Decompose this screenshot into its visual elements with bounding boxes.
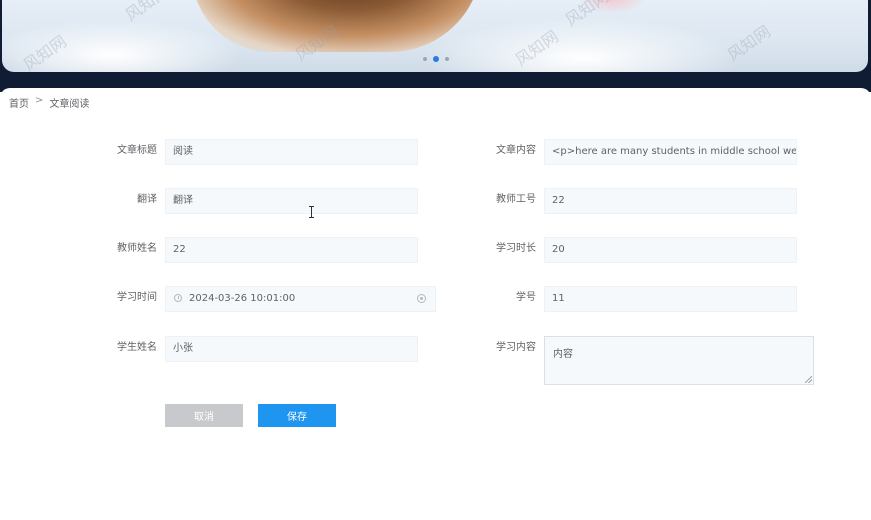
breadcrumb-home[interactable]: 首页 [9,95,29,110]
student-name-label: 学生姓名 [117,342,157,353]
title-input[interactable]: 阅读 [165,139,418,165]
study-time-label: 学习时间 [117,292,157,303]
study-time-value: 2024-03-26 10:01:00 [189,293,296,304]
translation-label: 翻译 [137,194,157,205]
breadcrumb: 首页 > 文章阅读 [9,95,89,110]
carousel-dot[interactable] [445,57,449,61]
text-cursor-icon [309,206,315,218]
carousel-indicators [423,55,449,63]
banner-watermark: 风知网 [723,21,774,65]
translation-input[interactable]: 翻译 [165,188,418,214]
banner-cloud [422,18,742,72]
carousel-dot-active[interactable] [433,56,439,62]
student-id-input[interactable]: 11 [544,286,797,312]
breadcrumb-current: 文章阅读 [49,99,90,110]
resize-handle-icon[interactable] [805,376,812,383]
student-id-label: 学号 [516,292,536,303]
cancel-button[interactable]: 取消 [165,404,243,427]
teacher-id-input[interactable]: 22 [544,188,797,214]
study-content-textarea[interactable]: 内容 [544,336,814,385]
teacher-name-label: 教师姓名 [117,243,157,254]
content-input[interactable]: <p>here are many students in middle scho… [544,139,797,165]
clear-icon[interactable] [417,294,426,303]
form-card: 首页 > 文章阅读 文章标题 阅读 文章内容 <p>here are many … [0,88,871,520]
title-label: 文章标题 [117,145,157,156]
clock-icon [174,294,182,302]
teacher-id-label: 教师工号 [496,194,536,205]
study-duration-label: 学习时长 [496,243,536,254]
teacher-name-input[interactable]: 22 [165,237,418,263]
study-duration-input[interactable]: 20 [544,237,797,263]
study-time-picker[interactable]: 2024-03-26 10:01:00 [165,286,436,312]
study-content-value: 内容 [553,349,573,360]
save-button[interactable]: 保存 [258,404,336,427]
student-name-input[interactable]: 小张 [165,336,418,362]
study-content-label: 学习内容 [496,342,536,353]
carousel-banner: 风知网 风知网 风知网 风知网 风知网 风知网 [2,0,868,72]
content-label: 文章内容 [496,145,536,156]
breadcrumb-separator: > [35,95,44,106]
carousel-dot[interactable] [423,57,427,61]
